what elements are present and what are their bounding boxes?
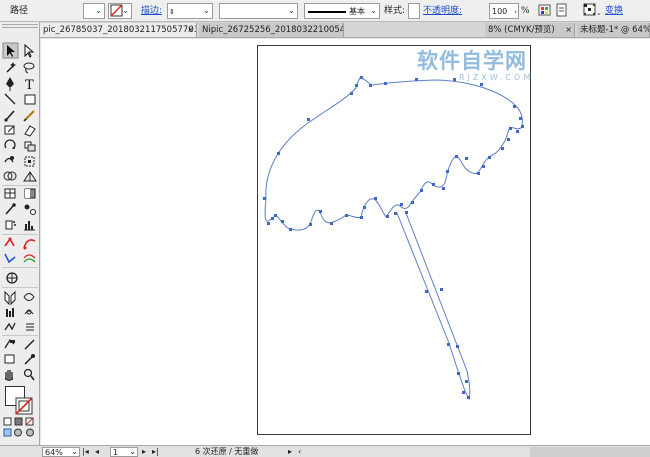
recolor-icon — [538, 4, 551, 16]
stroke-weight-field[interactable]: ⇕ ⌄ — [167, 3, 213, 19]
stroke-swatch[interactable]: ⌄ — [108, 3, 132, 19]
variable-width-dropdown[interactable]: ⌄ — [219, 3, 298, 19]
zoom-tool-brush-icon[interactable] — [24, 354, 35, 365]
prev-page-icon[interactable]: ◂ — [95, 447, 99, 457]
rectangle-select-icon[interactable] — [4, 354, 15, 364]
brush-name: 基本 — [349, 7, 365, 16]
horizontal-scrollbar[interactable] — [530, 447, 650, 457]
last-page-icon[interactable]: ▸| — [152, 447, 159, 457]
chevron-down-icon: ⌄ — [288, 6, 295, 15]
transform-link[interactable]: 变换 — [605, 3, 623, 19]
path-label: 路径 — [10, 6, 29, 16]
tool-icons-group4 — [4, 338, 35, 381]
stroke-color-swatch[interactable] — [15, 397, 33, 415]
control-bar: 路径 ⌄ ⌄ 描边: ⇕ ⌄ ⌄ 基本 ⌄ 样式: 不透明度: 100 › % — [0, 0, 650, 22]
color-mode-buttons — [3, 417, 34, 437]
stroke-line-icon — [308, 11, 346, 13]
status-menu-icon[interactable]: ▸ — [288, 447, 292, 457]
zoom-icon[interactable] — [23, 368, 35, 381]
tab-label: pic_26785037_20180321175057703037.ai* @ … — [43, 25, 196, 35]
watermark-url: RJZXW.COM — [459, 73, 534, 82]
close-icon[interactable]: × — [187, 23, 194, 37]
no-color-icon — [15, 397, 33, 415]
document-setup-button[interactable] — [555, 3, 569, 19]
page-number-value: 1 — [113, 448, 119, 457]
reference-point-icon: ⌄ — [583, 3, 602, 17]
percent-sign: % — [521, 6, 530, 16]
arrow-right-icon: › — [514, 8, 517, 16]
color-mode-icon[interactable] — [3, 417, 12, 426]
gradient-mode-icon[interactable] — [14, 417, 23, 426]
anchor-points — [263, 76, 524, 399]
opacity-link[interactable]: 不透明度: — [423, 3, 462, 19]
zoom-level-value: 64% — [45, 448, 63, 457]
tools-panel: T — [0, 22, 40, 445]
tab-label: 8% (CMYK/预览) — [488, 25, 555, 35]
close-icon[interactable]: × — [565, 23, 572, 37]
style-label: 样式: — [384, 6, 406, 16]
chevron-down-icon: ⌄ — [71, 447, 78, 456]
reference-point-button[interactable]: ⌄ — [583, 3, 602, 19]
hand-icon[interactable] — [4, 370, 14, 381]
document-tab-bar: pic_26785037_20180321175057703037.ai* @ … — [40, 22, 650, 38]
zoom-level-field[interactable]: 64% ⌄ — [42, 447, 80, 457]
fill-swatch[interactable]: ⌄ — [83, 3, 105, 19]
document-icon — [556, 3, 567, 17]
chevron-down-icon: ⌄ — [129, 447, 136, 456]
tab-label: 未标题-1* @ 64% — [580, 25, 650, 35]
recolor-artwork-button[interactable] — [538, 3, 552, 19]
chevron-down-icon: ⌄ — [122, 6, 129, 15]
umbrella-path[interactable] — [41, 39, 650, 445]
style-dropdown[interactable] — [408, 3, 420, 19]
next-page-icon[interactable]: ▸ — [142, 447, 146, 457]
tab-document-3[interactable]: 8% (CMYK/预览) × — [485, 23, 575, 37]
chevron-down-icon: ⌄ — [370, 6, 377, 15]
live-paint-icon[interactable] — [4, 338, 15, 349]
brush-definition-dropdown[interactable]: 基本 ⌄ — [304, 3, 380, 19]
chevron-down-icon: ⌄ — [203, 6, 210, 15]
chevron-down-icon: ⌄ — [95, 6, 102, 15]
draw-inside-icon[interactable] — [26, 428, 34, 437]
opacity-value: 100 — [492, 7, 508, 16]
status-bar: 64% ⌄ |◂ ◂ 1 ⌄ ▸ ▸| 6 次还原 / 无重做 ▸ ‹ — [0, 445, 650, 457]
tab-document-1[interactable]: pic_26785037_20180321175057703037.ai* @ … — [40, 23, 197, 37]
svg-text:⌄: ⌄ — [596, 9, 601, 17]
stepper-icon: ⇕ — [169, 8, 175, 16]
draw-normal-icon[interactable] — [3, 428, 12, 437]
scroll-left-icon[interactable]: ‹ — [298, 447, 301, 457]
tab-document-4[interactable]: 未标题-1* @ 64% — [577, 23, 650, 37]
draw-behind-icon[interactable] — [14, 428, 22, 437]
knife-icon[interactable] — [24, 339, 35, 350]
tab-label: Nipic_26725256_20180322100545... — [202, 25, 344, 35]
tab-document-2[interactable]: Nipic_26725256_20180322100545... — [199, 23, 344, 37]
opacity-field[interactable]: 100 › — [489, 3, 519, 19]
canopy-outline[interactable] — [264, 77, 523, 231]
undo-status-text: 6 次还原 / 无重做 — [195, 447, 259, 456]
none-mode-icon[interactable] — [25, 417, 34, 426]
watermark-title: 软件自学网 — [417, 49, 527, 73]
document-canvas[interactable]: 软件自学网 RJZXW.COM — [41, 39, 650, 445]
stroke-link[interactable]: 描边: — [141, 3, 162, 19]
first-page-icon[interactable]: |◂ — [82, 447, 89, 457]
page-number-field[interactable]: 1 ⌄ — [110, 447, 138, 457]
handle-outline[interactable] — [396, 212, 471, 401]
